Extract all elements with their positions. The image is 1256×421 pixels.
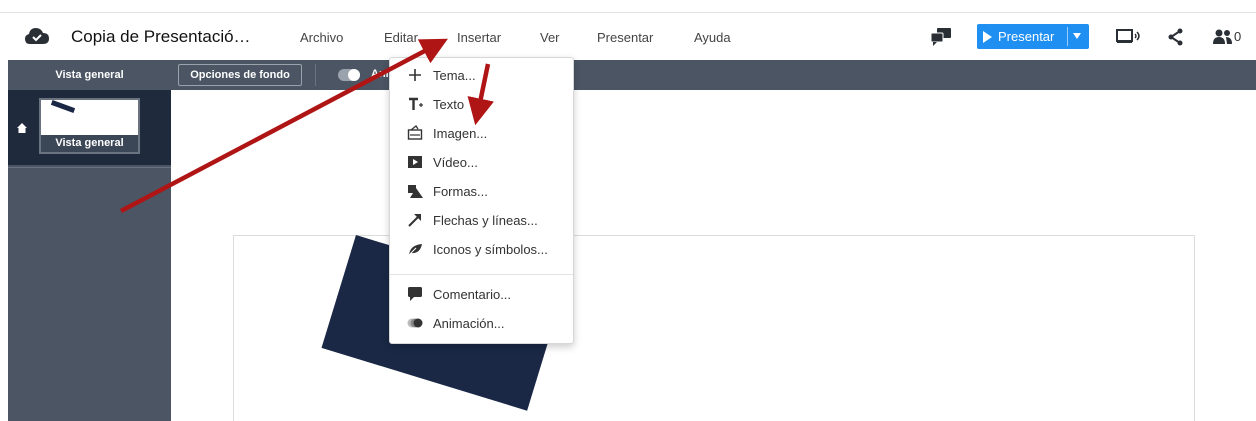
insert-menu-item-iconos[interactable]: Iconos y símbolos... bbox=[390, 236, 573, 262]
plus-icon bbox=[409, 69, 421, 81]
present-dropdown-icon[interactable] bbox=[1073, 33, 1081, 39]
text-icon bbox=[409, 97, 423, 110]
insert-menu-item-tema[interactable]: Tema... bbox=[390, 62, 573, 88]
share-icon[interactable] bbox=[1168, 27, 1184, 47]
leaf-icon bbox=[407, 244, 422, 257]
insert-menu-divider bbox=[390, 274, 573, 275]
menu-editar[interactable]: Editar bbox=[384, 30, 418, 45]
present-button-divider bbox=[1067, 27, 1068, 46]
collaborators[interactable]: 0 bbox=[1212, 27, 1248, 47]
insert-menu-label: Formas... bbox=[433, 184, 488, 199]
toggle-knob bbox=[348, 69, 360, 81]
insert-menu-label: Imagen... bbox=[433, 126, 488, 141]
slides-sidebar: Vista general bbox=[8, 90, 171, 421]
thumbnail-label: Vista general bbox=[41, 135, 138, 152]
remote-present-icon[interactable] bbox=[1116, 27, 1142, 47]
arrow-icon bbox=[408, 214, 421, 227]
overview-thumbnail[interactable]: Vista general bbox=[39, 98, 140, 154]
animation-toggle[interactable] bbox=[338, 69, 360, 81]
editor-toolbar: Vista general Opciones de fondo Ani bbox=[8, 60, 1256, 90]
menu-ver[interactable]: Ver bbox=[540, 30, 560, 45]
present-button[interactable]: Presentar bbox=[977, 24, 1089, 49]
collaborators-count: 0 bbox=[1234, 29, 1242, 44]
insert-menu-label: Iconos y símbolos... bbox=[433, 242, 548, 257]
toolbar-divider bbox=[315, 64, 316, 86]
insert-menu-label: Texto bbox=[433, 97, 465, 112]
overview-label: Vista general bbox=[55, 69, 124, 81]
animation-icon bbox=[407, 318, 423, 328]
users-icon bbox=[1213, 29, 1232, 44]
top-menu-bar: Copia de Presentació… Archivo Editar Ins… bbox=[0, 12, 1256, 60]
home-icon bbox=[17, 123, 27, 133]
animation-label: Ani bbox=[371, 68, 389, 80]
insert-menu-label: Comentario... bbox=[433, 287, 512, 302]
insert-menu-item-texto[interactable]: Texto bbox=[390, 91, 573, 117]
comments-icon[interactable] bbox=[930, 27, 952, 47]
menu-ayuda[interactable]: Ayuda bbox=[694, 30, 731, 45]
present-button-label: Presentar bbox=[998, 29, 1055, 44]
background-options-button[interactable]: Opciones de fondo bbox=[178, 64, 302, 86]
insert-menu-item-comentario[interactable]: Comentario... bbox=[390, 281, 573, 307]
insert-menu-label: Tema... bbox=[433, 68, 476, 83]
cloud-logo-icon[interactable] bbox=[24, 25, 50, 47]
insert-menu-item-imagen[interactable]: Imagen... bbox=[390, 120, 573, 146]
insert-menu-label: Animación... bbox=[433, 316, 505, 331]
play-icon bbox=[983, 31, 992, 43]
shapes-icon bbox=[408, 185, 423, 198]
insert-menu-label: Flechas y líneas... bbox=[433, 213, 538, 228]
sidebar-divider bbox=[8, 167, 171, 168]
image-icon bbox=[407, 125, 423, 140]
insert-menu: Tema... Texto Imagen... Vídeo... Formas.… bbox=[389, 57, 574, 344]
app-window: Copia de Presentació… Archivo Editar Ins… bbox=[0, 0, 1256, 421]
overview-slide-row[interactable]: Vista general bbox=[8, 90, 171, 165]
menu-insertar[interactable]: Insertar bbox=[457, 30, 501, 45]
menu-presentar[interactable]: Presentar bbox=[597, 30, 653, 45]
comment-icon bbox=[408, 287, 422, 301]
insert-menu-item-formas[interactable]: Formas... bbox=[390, 178, 573, 204]
thumbnail-shape bbox=[50, 100, 76, 113]
insert-menu-item-video[interactable]: Vídeo... bbox=[390, 149, 573, 175]
document-title[interactable]: Copia de Presentació… bbox=[71, 27, 251, 47]
insert-menu-label: Vídeo... bbox=[433, 155, 478, 170]
menu-archivo[interactable]: Archivo bbox=[300, 30, 343, 45]
slide-canvas[interactable] bbox=[171, 90, 1256, 421]
insert-menu-item-flechas[interactable]: Flechas y líneas... bbox=[390, 207, 573, 233]
video-icon bbox=[408, 156, 422, 168]
insert-menu-item-animacion[interactable]: Animación... bbox=[390, 310, 573, 336]
